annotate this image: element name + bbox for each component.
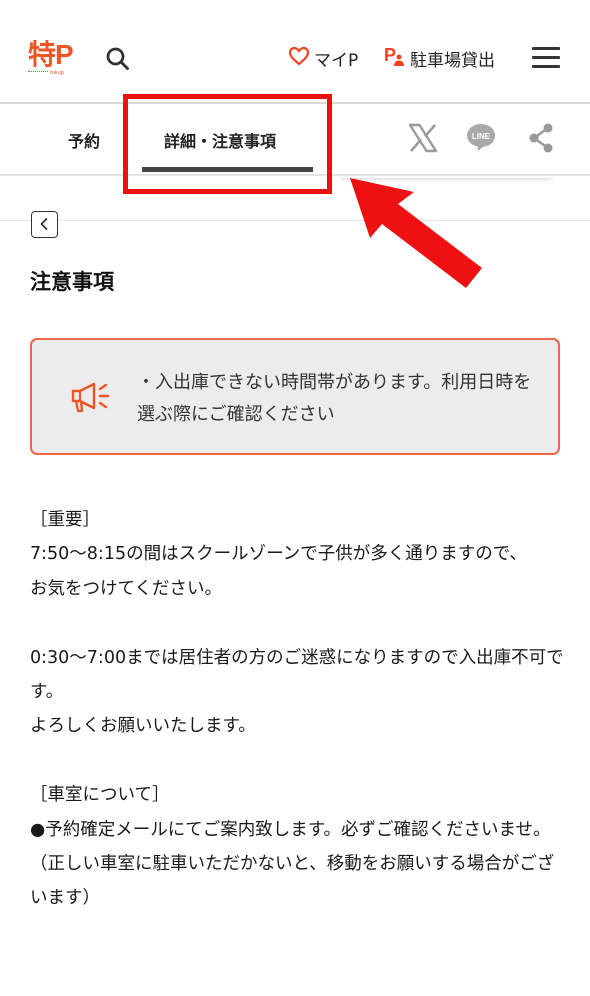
share-icon[interactable]: [526, 122, 556, 154]
back-chevron-icon: [40, 218, 48, 230]
svg-text:P: P: [384, 45, 396, 65]
notes-body-text: ［重要］ 7:50〜8:15の間はスクールゾーンで子供が多く通りますので、 お気…: [30, 510, 564, 909]
svg-text:LINE: LINE: [472, 132, 491, 141]
logo-subtext: tokup: [50, 70, 65, 76]
page-title: 注意事項: [30, 270, 114, 294]
megaphone-icon: [70, 380, 112, 416]
highlight-box: [123, 94, 332, 194]
content-divider: [0, 220, 590, 221]
search-icon[interactable]: [104, 45, 132, 73]
logo-text: 特P: [28, 39, 74, 70]
mypage-label: マイP: [314, 50, 359, 71]
line-logo-icon[interactable]: LINE: [465, 121, 497, 153]
x-logo-icon[interactable]: [407, 122, 439, 154]
parking-rental-link[interactable]: P 駐車場貸出: [382, 44, 495, 72]
hamburger-menu-icon[interactable]: [532, 47, 560, 69]
parking-rental-label: 駐車場貸出: [410, 50, 495, 71]
tab-reserve[interactable]: 予約: [68, 128, 100, 152]
notice-box: ・入出庫できない時間帯があります。利用日時を選ぶ際にご確認ください: [30, 338, 560, 455]
heart-icon: [288, 46, 310, 70]
logo-dots: [28, 71, 48, 72]
back-button[interactable]: [31, 211, 58, 238]
mypage-link[interactable]: マイP: [288, 44, 358, 72]
notice-text: ・入出庫できない時間帯があります。利用日時を選ぶ際にご確認ください: [137, 372, 532, 425]
pointer-arrow-icon: [340, 170, 490, 290]
site-logo[interactable]: 特P tokup: [28, 40, 78, 76]
parking-person-icon: P: [382, 44, 406, 72]
site-header: 特P tokup マイP P 駐車場貸出: [0, 0, 590, 104]
